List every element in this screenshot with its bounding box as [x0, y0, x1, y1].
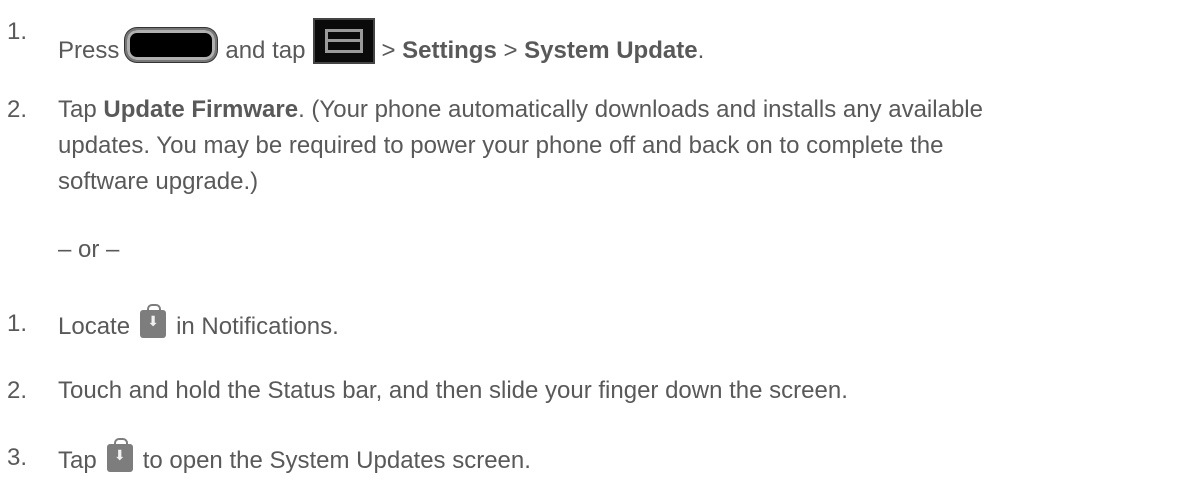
punctuation: .: [697, 37, 705, 64]
step-text: Touch and hold the Status bar, and then …: [58, 377, 848, 404]
or-separator: – or –: [58, 236, 120, 263]
step-number: 2.: [7, 96, 28, 123]
step-text-line: updates. You may be required to power yo…: [58, 132, 944, 159]
step-number: 1.: [7, 310, 28, 337]
system-update-label: System Update: [524, 37, 698, 64]
step-word: in Notifications.: [176, 313, 339, 340]
step-text: Press and tap > Settings > System Update.: [58, 18, 704, 65]
step-word: to open the System Updates screen.: [142, 447, 531, 474]
separator: >: [503, 37, 518, 64]
step-word: and tap: [225, 37, 306, 64]
step-number: 3.: [7, 444, 28, 471]
step-text: Tap to open the System Updates screen.: [58, 438, 531, 475]
step-text-continued: . (Your phone automatically downloads an…: [298, 96, 983, 123]
update-firmware-label: Update Firmware: [103, 96, 299, 123]
step-word: Press: [58, 37, 120, 64]
home-key-icon: [125, 28, 218, 62]
download-notification-icon: [106, 438, 133, 472]
step-word: Locate: [58, 313, 131, 340]
menu-key-icon: [313, 18, 376, 64]
step-number: 1.: [7, 18, 28, 45]
separator: >: [381, 37, 396, 64]
step-text-line: software upgrade.): [58, 168, 259, 195]
step-number: 2.: [7, 377, 28, 404]
settings-label: Settings: [402, 37, 497, 64]
step-word: Tap: [58, 96, 97, 123]
step-text: Tap Update Firmware. (Your phone automat…: [58, 96, 983, 124]
download-notification-icon: [140, 304, 167, 338]
step-word: Tap: [58, 447, 97, 474]
step-text: Locate in Notifications.: [58, 304, 339, 341]
